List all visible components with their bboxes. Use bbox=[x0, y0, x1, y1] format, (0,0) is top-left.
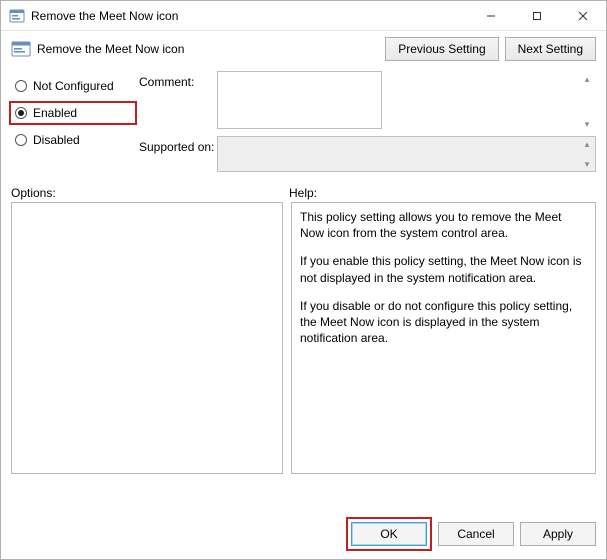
scroll-down-icon[interactable]: ▾ bbox=[580, 118, 594, 130]
comment-label: Comment: bbox=[139, 71, 217, 132]
header-row: Remove the Meet Now icon Previous Settin… bbox=[1, 31, 606, 65]
scroll-up-icon[interactable]: ▴ bbox=[580, 138, 594, 150]
help-paragraph: If you disable or do not configure this … bbox=[300, 298, 587, 347]
window-title: Remove the Meet Now icon bbox=[31, 9, 178, 23]
panes-labels: Options: Help: bbox=[1, 176, 606, 202]
cancel-button[interactable]: Cancel bbox=[438, 522, 514, 546]
ok-button-highlight: OK bbox=[346, 517, 432, 551]
help-pane: This policy setting allows you to remove… bbox=[291, 202, 596, 474]
apply-button[interactable]: Apply bbox=[520, 522, 596, 546]
help-paragraph: This policy setting allows you to remove… bbox=[300, 209, 587, 241]
close-button[interactable] bbox=[560, 1, 606, 31]
titlebar-app-icon bbox=[9, 8, 25, 24]
minimize-button[interactable] bbox=[468, 1, 514, 31]
scroll-up-icon[interactable]: ▴ bbox=[580, 73, 594, 85]
comment-input[interactable] bbox=[217, 71, 382, 129]
scroll-down-icon[interactable]: ▾ bbox=[580, 158, 594, 170]
titlebar: Remove the Meet Now icon bbox=[1, 1, 606, 31]
previous-setting-button[interactable]: Previous Setting bbox=[385, 37, 498, 61]
radio-icon bbox=[15, 107, 27, 119]
radio-label: Disabled bbox=[33, 133, 80, 147]
dialog-buttons: OK Cancel Apply bbox=[346, 517, 596, 551]
state-column: Not Configured Enabled Disabled bbox=[11, 71, 139, 176]
help-label: Help: bbox=[289, 186, 317, 200]
panes: This policy setting allows you to remove… bbox=[1, 202, 606, 474]
supported-on-box bbox=[217, 136, 596, 172]
radio-disabled[interactable]: Disabled bbox=[11, 129, 139, 151]
fields-column: Comment: ▴ ▾ Supported on: ▴ ▾ bbox=[139, 71, 596, 176]
radio-icon bbox=[15, 80, 27, 92]
radio-not-configured[interactable]: Not Configured bbox=[11, 75, 139, 97]
ok-button[interactable]: OK bbox=[351, 522, 427, 546]
policy-title: Remove the Meet Now icon bbox=[37, 42, 184, 56]
options-pane bbox=[11, 202, 283, 474]
radio-enabled[interactable]: Enabled bbox=[9, 101, 137, 125]
config-area: Not Configured Enabled Disabled Comment:… bbox=[1, 65, 606, 176]
radio-label: Enabled bbox=[33, 106, 77, 120]
radio-icon bbox=[15, 134, 27, 146]
options-label: Options: bbox=[11, 186, 289, 200]
radio-label: Not Configured bbox=[33, 79, 114, 93]
next-setting-button[interactable]: Next Setting bbox=[505, 37, 596, 61]
help-paragraph: If you enable this policy setting, the M… bbox=[300, 253, 587, 285]
policy-icon bbox=[11, 39, 31, 59]
maximize-button[interactable] bbox=[514, 1, 560, 31]
supported-on-label: Supported on: bbox=[139, 136, 217, 172]
